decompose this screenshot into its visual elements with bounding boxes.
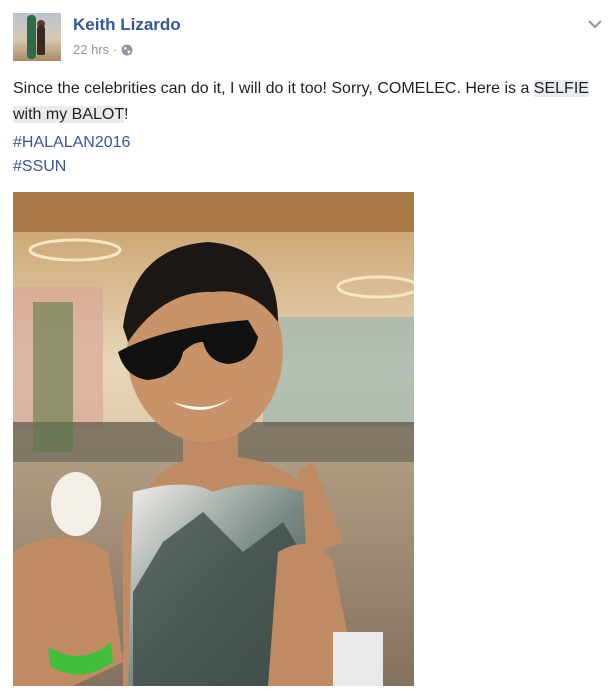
post-text-start: Since the celebrities can do it, I will … — [13, 80, 534, 97]
author-name[interactable]: Keith Lizardo — [73, 15, 181, 35]
meta-separator: · — [113, 42, 118, 57]
post-photo[interactable] — [13, 192, 414, 686]
post-meta: 22 hrs · — [73, 42, 133, 57]
hashtag-list: #HALALAN2016 #SSUN — [13, 131, 130, 179]
profile-avatar[interactable] — [13, 13, 61, 61]
avatar-surfboard — [27, 15, 36, 59]
post-text: Since the celebrities can do it, I will … — [13, 76, 603, 128]
post-timestamp[interactable]: 22 hrs — [73, 42, 109, 57]
hashtag-link[interactable]: #HALALAN2016 — [13, 131, 130, 155]
avatar-person — [37, 25, 45, 55]
globe-icon[interactable] — [121, 44, 133, 56]
post-text-end: ! — [124, 106, 129, 123]
chevron-down-icon[interactable] — [588, 16, 602, 29]
hashtag-link[interactable]: #SSUN — [13, 155, 130, 179]
